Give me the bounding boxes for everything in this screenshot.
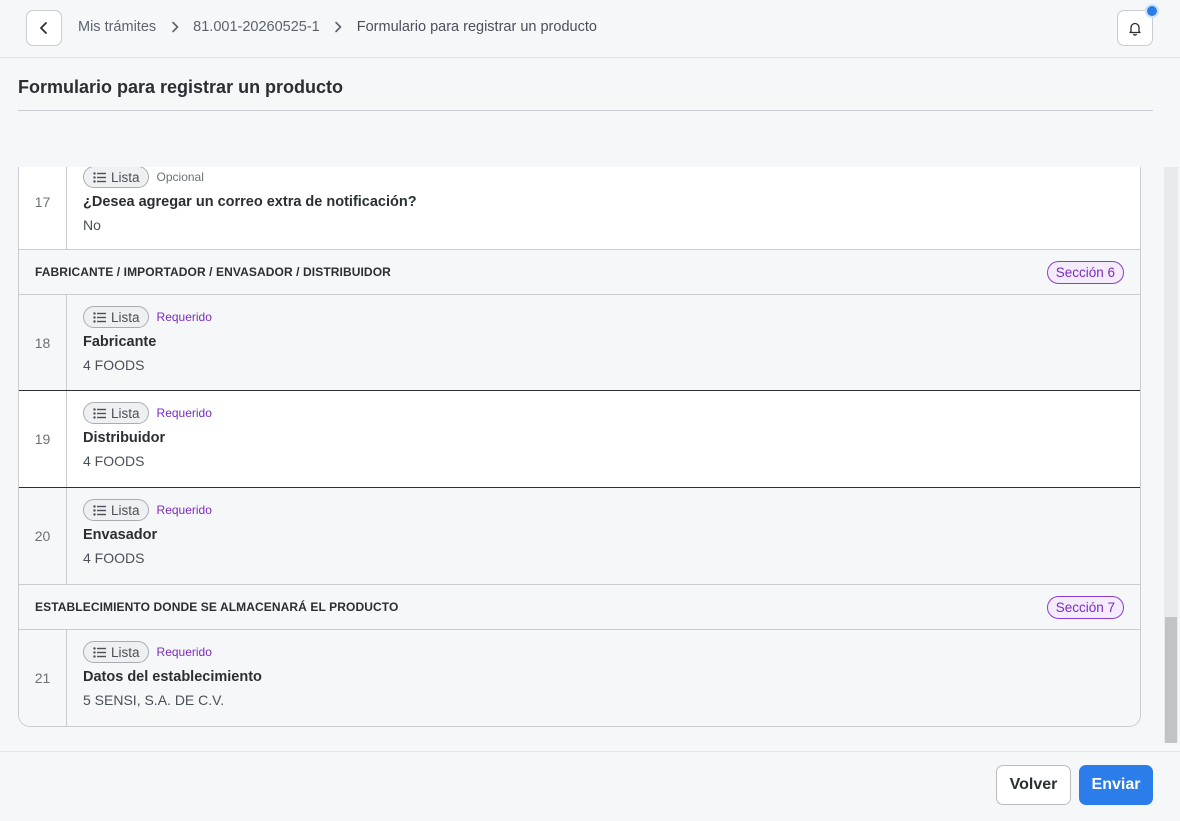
list-icon: [93, 646, 106, 658]
field-content: Lista Requerido Envasador 4 FOODS: [67, 488, 1140, 584]
section-title: ESTABLECIMIENTO DONDE SE ALMACENARÁ EL P…: [35, 600, 399, 614]
field-value: 4 FOODS: [83, 453, 145, 469]
list-icon: [93, 504, 106, 516]
field-required-tag: Requerido: [156, 310, 212, 324]
section-badge: Sección 6: [1046, 260, 1124, 284]
form-fields: 17 Lista Opcional ¿Desea agregar un corr…: [18, 167, 1141, 727]
section-title: FABRICANTE / IMPORTADOR / ENVASADOR / DI…: [35, 265, 391, 279]
page-title: Formulario para registrar un producto: [18, 77, 344, 97]
field-type-label: Lista: [111, 405, 140, 421]
field-required-tag: Requerido: [156, 406, 212, 420]
field-label: ¿Desea agregar un correo extra de notifi…: [83, 194, 417, 210]
field-value: 5 SENSI, S.A. DE C.V.: [83, 692, 225, 708]
field-type-chip: Lista: [83, 402, 149, 424]
title-divider: [18, 110, 1153, 111]
field-value: 4 FOODS: [83, 550, 145, 566]
field-type-chip: Lista: [83, 167, 149, 188]
list-icon: [93, 311, 106, 323]
back-button[interactable]: [26, 10, 62, 46]
form-scroll-area[interactable]: 17 Lista Opcional ¿Desea agregar un corr…: [0, 167, 1180, 743]
field-type-label: Lista: [111, 169, 140, 185]
section-badge: Sección 7: [1046, 595, 1124, 619]
field-tags: Lista Requerido: [83, 306, 1140, 328]
field-value: No: [83, 217, 101, 233]
breadcrumb-item-tramites[interactable]: Mis trámites: [78, 19, 156, 35]
field-tags: Lista Opcional: [83, 167, 1140, 188]
list-icon: [93, 171, 106, 183]
field-required-tag: Requerido: [156, 645, 212, 659]
field-number: 17: [19, 167, 67, 249]
field-tags: Lista Requerido: [83, 499, 1140, 521]
field-label: Fabricante: [83, 334, 157, 350]
field-required-tag: Requerido: [156, 503, 212, 517]
footer-actions: Volver Enviar: [0, 751, 1180, 821]
field-value: 4 FOODS: [83, 357, 145, 373]
field-number: 18: [19, 295, 67, 390]
form-row: 17 Lista Opcional ¿Desea agregar un corr…: [19, 167, 1140, 250]
form-row: 20 Lista Requerido Envasador 4 FOODS: [19, 488, 1140, 585]
form-row: 18 Lista Requerido Fabricante 4 FOODS: [19, 295, 1140, 391]
form-row: 19 Lista Requerido Distribuidor 4 FOODS: [19, 391, 1140, 488]
field-content: Lista Opcional ¿Desea agregar un correo …: [67, 167, 1140, 249]
field-type-label: Lista: [111, 309, 140, 325]
field-label: Envasador: [83, 527, 158, 543]
scrollbar-thumb[interactable]: [1165, 617, 1177, 743]
notification-dot: [1145, 4, 1159, 18]
field-tags: Lista Requerido: [83, 641, 1140, 663]
section-header: ESTABLECIMIENTO DONDE SE ALMACENARÁ EL P…: [19, 585, 1140, 630]
field-type-label: Lista: [111, 644, 140, 660]
chevron-right-icon: [156, 21, 193, 33]
field-number: 21: [19, 630, 67, 726]
chevron-left-icon: [40, 22, 47, 34]
field-number: 20: [19, 488, 67, 584]
field-content: Lista Requerido Datos del establecimient…: [67, 630, 1140, 726]
field-number: 19: [19, 391, 67, 487]
field-content: Lista Requerido Fabricante 4 FOODS: [67, 295, 1140, 390]
section-header: FABRICANTE / IMPORTADOR / ENVASADOR / DI…: [19, 250, 1140, 295]
field-label: Datos del establecimiento: [83, 669, 262, 685]
form-row: 21 Lista Requerido Datos del establecimi…: [19, 630, 1140, 726]
bell-icon: [1129, 22, 1141, 36]
field-label: Distribuidor: [83, 430, 166, 446]
breadcrumb-item-tramite-id[interactable]: 81.001-20260525-1: [193, 19, 320, 35]
field-content: Lista Requerido Distribuidor 4 FOODS: [67, 391, 1140, 487]
field-tags: Lista Requerido: [83, 402, 1140, 424]
chevron-right-icon: [320, 21, 357, 33]
field-type-chip: Lista: [83, 499, 149, 521]
top-bar: Mis trámites 81.001-20260525-1 Formulari…: [0, 0, 1180, 58]
breadcrumb-item-current: Formulario para registrar un producto: [356, 19, 597, 35]
field-type-chip: Lista: [83, 306, 149, 328]
field-type-label: Lista: [111, 502, 140, 518]
list-icon: [93, 407, 106, 419]
field-type-chip: Lista: [83, 641, 149, 663]
back-action-button[interactable]: Volver: [996, 765, 1071, 805]
send-button[interactable]: Enviar: [1079, 765, 1153, 805]
breadcrumb: Mis trámites 81.001-20260525-1 Formulari…: [78, 19, 597, 35]
field-optional-tag: Opcional: [156, 170, 204, 184]
